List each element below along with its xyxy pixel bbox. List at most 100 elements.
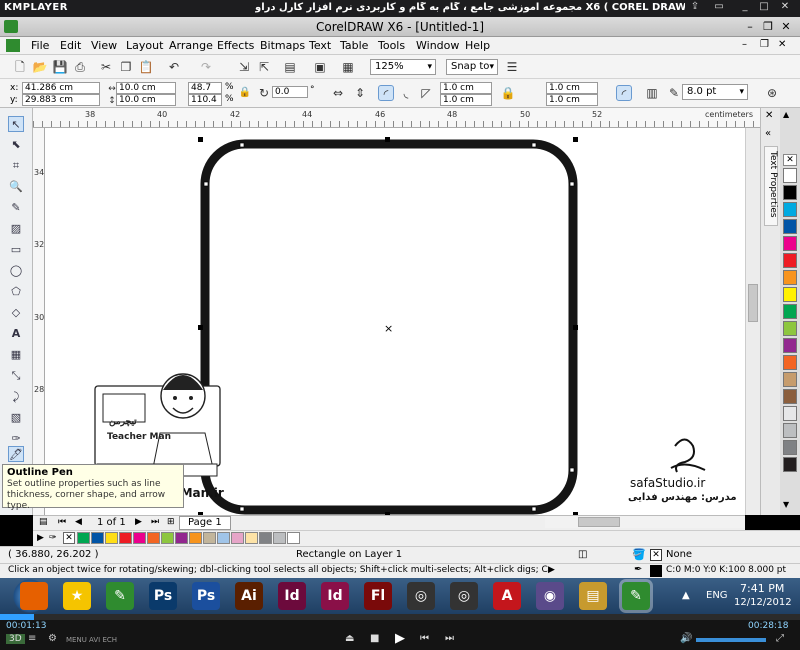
no-color-swatch[interactable]: ✕	[783, 154, 797, 166]
table-tool-icon[interactable]: ▦	[8, 347, 24, 363]
page-tab[interactable]: Page 1	[179, 516, 231, 530]
width-field[interactable]: 10.0 cm	[116, 82, 176, 94]
document-palette-swatch[interactable]	[91, 532, 104, 544]
taskbar-app-acrobat[interactable]: A	[493, 582, 521, 610]
basic-shapes-tool-icon[interactable]: ◇	[8, 305, 24, 321]
pick-tool-icon[interactable]: ↖	[8, 116, 24, 132]
vertical-scrollbar[interactable]	[745, 128, 760, 515]
document-palette-swatch[interactable]	[147, 532, 160, 544]
kmp-maximize-button[interactable]: □	[757, 1, 771, 12]
doc-minimize-button[interactable]: –	[742, 39, 747, 50]
docker-close-icon[interactable]: ✕	[765, 110, 773, 121]
palette-swatch[interactable]	[783, 355, 797, 370]
palette-swatch[interactable]	[783, 457, 797, 472]
document-palette-swatch[interactable]	[119, 532, 132, 544]
menu-help[interactable]: Help	[465, 39, 490, 52]
playlist-icon[interactable]: ≡	[28, 633, 36, 644]
play-icon[interactable]: ▶	[395, 631, 405, 646]
lock-corners-icon[interactable]: 🔒	[500, 85, 516, 101]
vertical-ruler[interactable]: 34 32 30 28	[33, 128, 45, 515]
outline-pen-tool-icon[interactable]: 🖊	[8, 446, 24, 462]
taskbar-app-app-3d-2[interactable]: ◎	[450, 582, 478, 610]
tray-arrow-icon[interactable]: ▲	[682, 590, 690, 601]
snap-to-select[interactable]: Snap to	[446, 59, 498, 75]
palette-swatch[interactable]	[783, 185, 797, 200]
x-position-field[interactable]: 41.286 cm	[22, 82, 100, 94]
document-palette-swatch[interactable]	[217, 532, 230, 544]
kmplayer-logo[interactable]: KMPLAYER	[4, 2, 68, 13]
rotation-angle-field[interactable]: 0.0	[272, 86, 308, 98]
volume-slider[interactable]	[696, 638, 766, 642]
taskbar-app-photoshop-2[interactable]: Ps	[192, 582, 220, 610]
volume-icon[interactable]: 🔊	[680, 633, 692, 644]
palette-swatch[interactable]	[783, 338, 797, 353]
vertical-scroll-thumb[interactable]	[748, 284, 758, 322]
document-palette-swatch[interactable]	[273, 532, 286, 544]
cut-icon[interactable]: ✂	[98, 59, 114, 75]
palette-swatch[interactable]	[783, 270, 797, 285]
corner-radius-bottom-right[interactable]: 1.0 cm	[546, 94, 598, 106]
outline-color-swatch[interactable]	[650, 565, 662, 577]
connector-tool-icon[interactable]: ⤸	[8, 389, 24, 405]
document-palette-swatch[interactable]	[245, 532, 258, 544]
open-icon[interactable]: 📂	[32, 59, 48, 75]
export-icon[interactable]: ⇱	[256, 59, 272, 75]
status-expand-icon[interactable]: ▶	[548, 565, 555, 575]
doc-close-button[interactable]: ✕	[778, 39, 786, 50]
taskbar-app-star[interactable]: ★	[63, 582, 91, 610]
palette-swatch[interactable]	[783, 440, 797, 455]
taskbar-app-indesign-2[interactable]: Id	[321, 582, 349, 610]
document-palette-swatch[interactable]	[77, 532, 90, 544]
menu-tools[interactable]: Tools	[378, 39, 405, 52]
smart-fill-tool-icon[interactable]: ▨	[8, 221, 24, 237]
copy-icon[interactable]: ❐	[118, 59, 134, 75]
color-proof-icon[interactable]: ◫	[578, 549, 587, 560]
eyedropper-tool-icon[interactable]: ✑	[8, 431, 24, 447]
undo-icon[interactable]: ↶	[166, 59, 182, 75]
horizontal-ruler[interactable]: 38 40 42 44 46 48 50 52 centimeters	[33, 108, 760, 128]
document-palette-swatch[interactable]	[133, 532, 146, 544]
blend-tool-icon[interactable]: ▧	[8, 410, 24, 426]
rectangle-tool-icon[interactable]: ▭	[8, 242, 24, 258]
last-page-icon[interactable]: ⏭	[151, 517, 159, 527]
palette-swatch[interactable]	[783, 202, 797, 217]
add-page-icon[interactable]: ⊞	[167, 517, 175, 527]
page-options-icon[interactable]: ▤	[39, 517, 48, 527]
wrap-text-icon[interactable]: ▥	[644, 85, 660, 101]
document-palette-swatch[interactable]	[175, 532, 188, 544]
menu-file[interactable]: File	[31, 39, 49, 52]
clock-date[interactable]: 12/12/2012	[734, 597, 792, 608]
docker-expand-icon[interactable]: «	[765, 128, 771, 139]
kmp-close-button[interactable]: ✕	[778, 1, 792, 12]
palette-swatch[interactable]	[783, 287, 797, 302]
drawing-canvas[interactable]: × تیچرمن Teacher Man www.TeacherMan.ir s…	[45, 128, 745, 515]
taskbar-app-folder[interactable]: ▤	[579, 582, 607, 610]
palette-swatch[interactable]	[783, 389, 797, 404]
paste-icon[interactable]: 📋	[138, 59, 154, 75]
document-palette-swatch[interactable]	[203, 532, 216, 544]
menu-effects[interactable]: Effects	[217, 39, 254, 52]
kmp-minimize-button[interactable]: _	[738, 1, 752, 12]
menu-table[interactable]: Table	[340, 39, 368, 52]
document-palette-swatch[interactable]	[259, 532, 272, 544]
palette-swatch[interactable]	[783, 406, 797, 421]
doc-restore-button[interactable]: ❐	[760, 39, 769, 50]
print-icon[interactable]: ⎙	[72, 59, 88, 75]
dimension-tool-icon[interactable]: ⤡	[8, 368, 24, 384]
palette-swatch[interactable]	[783, 321, 797, 336]
docker-tab-text-properties[interactable]: Text Properties	[764, 146, 778, 226]
menu-view[interactable]: View	[91, 39, 117, 52]
document-palette-swatch[interactable]	[189, 532, 202, 544]
corner-radius-top-left[interactable]: 1.0 cm	[440, 82, 492, 94]
pin-icon[interactable]: ⇪	[688, 1, 702, 12]
document-icon[interactable]	[6, 39, 20, 52]
application-launcher-icon[interactable]: ▣	[312, 59, 328, 75]
relative-scaling-icon[interactable]: ◜	[616, 85, 632, 101]
next-icon[interactable]: ⏭	[445, 633, 454, 644]
palette-menu-icon[interactable]: ▶	[37, 533, 44, 543]
corner-radius-bottom-left[interactable]: 1.0 cm	[440, 94, 492, 106]
outline-width-select[interactable]: 8.0 pt	[682, 84, 748, 100]
palette-swatch[interactable]	[783, 253, 797, 268]
menu-layout[interactable]: Layout	[126, 39, 163, 52]
taskbar-app-firefox[interactable]	[20, 582, 48, 610]
